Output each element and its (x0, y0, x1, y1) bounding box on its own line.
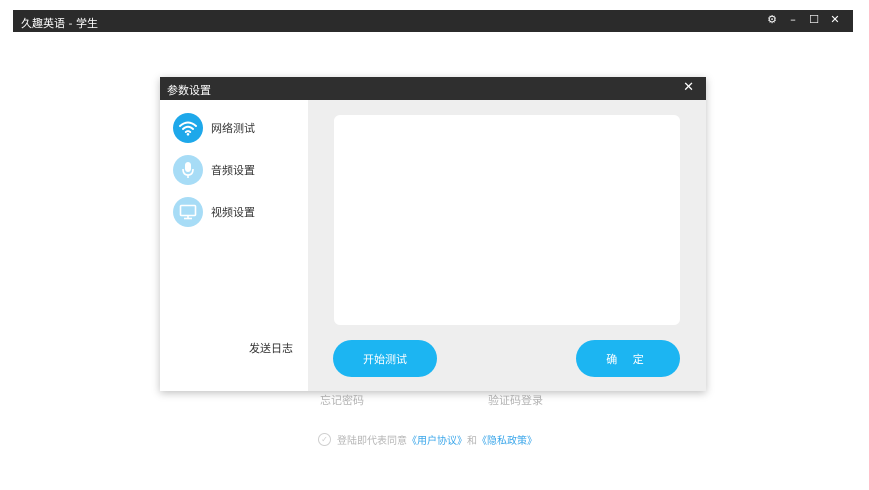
settings-sidebar: 网络测试 音频设置 视频设置 发送日志 (160, 100, 308, 391)
wifi-icon (173, 113, 203, 143)
test-output-panel (334, 115, 680, 325)
nav-item-video-settings[interactable]: 视频设置 (173, 197, 255, 227)
agreement-checkbox[interactable]: ✓ (318, 433, 331, 446)
dialog-header: 参数设置 ✕ (160, 77, 706, 100)
forgot-password-link[interactable]: 忘记密码 (320, 392, 364, 408)
close-window-button[interactable]: ✕ (829, 13, 841, 27)
send-log-link[interactable]: 发送日志 (249, 340, 293, 356)
agreement-text: 登陆即代表同意 (337, 436, 407, 447)
user-agreement-link[interactable]: 《用户协议》 (407, 436, 467, 447)
settings-content: 开始测试 确 定 (308, 100, 706, 391)
agreement-and: 和 (467, 436, 477, 447)
start-test-button[interactable]: 开始测试 (333, 340, 437, 377)
nav-item-audio-settings[interactable]: 音频设置 (173, 155, 255, 185)
dialog-close-button[interactable]: ✕ (683, 80, 694, 95)
maximize-button[interactable]: ☐ (808, 13, 820, 27)
nav-label-network-test: 网络测试 (211, 122, 255, 135)
nav-label-audio-settings: 音频设置 (211, 164, 255, 177)
dialog-title: 参数设置 (167, 84, 211, 97)
nav-label-video-settings: 视频设置 (211, 206, 255, 219)
privacy-policy-link[interactable]: 《隐私政策》 (477, 436, 537, 447)
window-titlebar: 久趣英语 - 学生 ⚙ – ☐ ✕ (13, 10, 853, 32)
settings-dialog: 参数设置 ✕ 网络测试 音频设置 视频设置 发送日志 开始测试 确 定 (160, 77, 706, 391)
confirm-button[interactable]: 确 定 (576, 340, 680, 377)
window-title: 久趣英语 - 学生 (21, 17, 98, 30)
nav-item-network-test[interactable]: 网络测试 (173, 113, 255, 143)
code-login-link[interactable]: 验证码登录 (488, 392, 543, 408)
settings-gear-icon[interactable]: ⚙ (766, 13, 778, 27)
window-controls: ⚙ – ☐ ✕ (766, 13, 841, 27)
microphone-icon (173, 155, 203, 185)
agreement-row: ✓ 登陆即代表同意《用户协议》和《隐私政策》 (318, 432, 537, 447)
minimize-button[interactable]: – (787, 13, 799, 27)
monitor-icon (173, 197, 203, 227)
